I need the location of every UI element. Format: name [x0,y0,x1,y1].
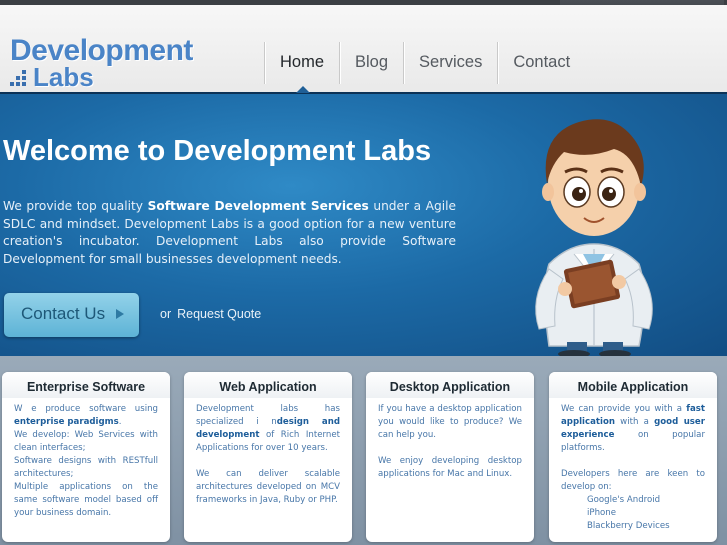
enterprise-text-3: Software designs with RESTfull architect… [14,456,158,479]
desktop-text-1: If you have a desktop application you wo… [378,404,522,440]
logo-dots-icon [10,70,32,90]
contact-us-label: Contact Us [21,304,106,323]
hero-banner: Welcome to Development Labs We provide t… [0,94,727,356]
nav-contact[interactable]: Contact [497,42,585,84]
card-mobile: Mobile Application We can provide you wi… [549,372,717,542]
hero-title: Welcome to Development Labs [3,135,432,167]
card-mobile-title: Mobile Application [549,372,717,398]
desktop-text-2: We enjoy developing desktop applications… [378,456,522,479]
enterprise-text-4: Multiple applications on the same softwa… [14,482,158,518]
card-desktop-title: Desktop Application [366,372,534,398]
enterprise-text-2: We develop: Web Services with clean inte… [14,430,158,453]
platform-item: Blackberry Devices [587,521,670,531]
web-text-1: Development labs has specialized i ndesi… [196,404,340,453]
intro-highlight: Software Development Services [147,199,369,213]
enterprise-text-1: W e produce software using enterprise pa… [14,404,158,427]
platform-item: Google's Android [587,495,661,505]
play-arrow-icon [116,309,124,319]
mobile-text-1: We can provide you with a fast applicati… [561,404,705,453]
or-request-quote: or Request Quote [160,307,262,321]
logo[interactable]: Development Labs [10,36,193,92]
card-enterprise: Enterprise Software W e produce software… [2,372,170,542]
site-header: Development Labs Home Blog Services Cont… [0,5,727,94]
card-web: Web Application Development labs has spe… [184,372,352,542]
mobile-text-2: Developers here are keen to develop on: [561,469,705,492]
card-enterprise-title: Enterprise Software [2,372,170,398]
main-nav: Home Blog Services Contact [264,42,585,86]
platform-item: iPhone [587,508,617,518]
hero-intro: We provide top quality Software Developm… [3,199,456,266]
logo-line2: Labs [33,62,94,92]
contact-us-button[interactable]: Contact Us [4,293,139,337]
web-text-2: We can deliver scalable architectures de… [196,469,340,505]
card-web-title: Web Application [184,372,352,398]
card-desktop: Desktop Application If you have a deskto… [366,372,534,542]
developer-mascot-illustration [535,119,653,356]
active-nav-pointer-icon [296,86,310,93]
nav-blog[interactable]: Blog [339,42,403,84]
hero-request-quote-link[interactable]: Request Quote [177,307,261,321]
nav-services[interactable]: Services [403,42,497,84]
nav-home[interactable]: Home [264,42,339,84]
